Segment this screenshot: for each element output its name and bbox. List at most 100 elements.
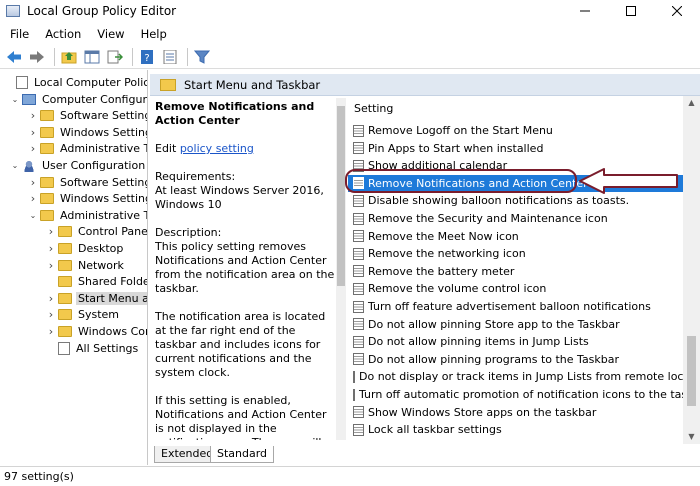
up-folder-button[interactable]: [59, 47, 79, 67]
chevron-right-icon[interactable]: ›: [46, 242, 56, 255]
setting-row[interactable]: Do not display or track items in Jump Li…: [348, 368, 683, 385]
chevron-right-icon[interactable]: ›: [46, 325, 56, 338]
chevron-right-icon[interactable]: ›: [28, 126, 38, 139]
menu-view[interactable]: View: [91, 27, 130, 41]
tree-item[interactable]: › Windows Con: [46, 323, 147, 340]
setting-label: Do not allow pinning Store app to the Ta…: [368, 317, 620, 331]
setting-label: Disable showing balloon notifications as…: [368, 194, 630, 208]
tree-item[interactable]: › Administrative Te: [28, 140, 147, 157]
menu-help[interactable]: Help: [135, 27, 173, 41]
export-list-icon: [107, 50, 123, 63]
setting-row[interactable]: Do not allow pinning programs to the Tas…: [348, 351, 683, 368]
policy-setting-icon: [353, 194, 364, 207]
setting-row[interactable]: Do not allow pinning items in Jump Lists: [348, 333, 683, 350]
setting-row[interactable]: Turn off automatic promotion of notifica…: [348, 386, 683, 403]
chevron-right-icon[interactable]: ›: [28, 142, 38, 155]
setting-row[interactable]: Remove the Security and Maintenance icon: [348, 210, 683, 227]
chevron-right-icon[interactable]: ›: [28, 192, 38, 205]
window-title: Local Group Policy Editor: [27, 4, 177, 18]
chevron-right-icon[interactable]: ›: [46, 308, 56, 321]
toolbar-separator: [187, 47, 188, 66]
tree-item-label: Software Settings: [60, 109, 148, 123]
setting-row[interactable]: Lock all taskbar settings: [348, 421, 683, 438]
tree-item[interactable]: › Control Panel: [46, 223, 147, 240]
setting-row[interactable]: Turn off feature advertisement balloon n…: [348, 298, 683, 315]
tree-item[interactable]: › Software Settings: [28, 174, 147, 191]
policy-setting-icon: [353, 230, 364, 243]
tree-item[interactable]: All Settings: [46, 340, 140, 357]
minimize-button[interactable]: [562, 0, 608, 22]
chevron-right-icon[interactable]: ›: [46, 259, 56, 272]
description-text-1: This policy setting removes Notification…: [155, 240, 335, 295]
tree-item[interactable]: › Windows Settings: [28, 124, 148, 141]
tree-item[interactable]: ⌄ Computer Configurat: [10, 91, 148, 108]
scrollbar-thumb[interactable]: [687, 336, 696, 406]
tree-item[interactable]: › Software Settings: [28, 107, 148, 124]
show-hide-tree-button[interactable]: [82, 47, 102, 67]
chevron-right-icon[interactable]: ›: [28, 176, 38, 189]
properties-button[interactable]: [160, 47, 180, 67]
title-bar: Local Group Policy Editor: [0, 0, 700, 22]
menu-file[interactable]: File: [4, 27, 35, 41]
scroll-up-icon[interactable]: ▲: [683, 96, 700, 110]
policy-setting-icon: [353, 318, 364, 331]
chevron-down-icon[interactable]: ⌄: [10, 95, 20, 104]
tab-standard[interactable]: Standard: [210, 446, 275, 463]
folder-icon: [40, 193, 54, 205]
policy-setting-icon: [353, 265, 364, 278]
setting-label: Show Windows Store apps on the taskbar: [368, 405, 597, 419]
tree-item-label: Computer Configurat: [42, 92, 148, 106]
tree-item[interactable]: › Network: [46, 257, 126, 274]
setting-row[interactable]: Remove the networking icon: [348, 245, 683, 262]
tree-item[interactable]: › Start Menu ar: [46, 290, 147, 307]
user-icon: [22, 159, 36, 172]
setting-row[interactable]: Remove the volume control icon: [348, 280, 683, 297]
description-scrollbar[interactable]: [336, 98, 346, 440]
forward-button[interactable]: [27, 47, 47, 67]
policy-setting-icon: [353, 247, 364, 260]
export-list-button[interactable]: [105, 47, 125, 67]
chevron-right-icon[interactable]: ›: [46, 225, 56, 238]
highlight-oval: [345, 169, 577, 193]
setting-row[interactable]: Remove the Meet Now icon: [348, 228, 683, 245]
setting-row[interactable]: Show Windows Store apps on the taskbar: [348, 404, 683, 421]
tree-item[interactable]: Local Computer Policy: [4, 74, 147, 91]
chevron-right-icon[interactable]: ›: [46, 292, 56, 305]
tree-item[interactable]: › Desktop: [46, 240, 125, 257]
menu-action[interactable]: Action: [39, 27, 87, 41]
scrollbar-thumb[interactable]: [337, 106, 345, 286]
tree-item[interactable]: ⌄ User Configuration: [10, 157, 147, 174]
scroll-down-icon[interactable]: ▼: [683, 430, 700, 444]
setting-row[interactable]: Remove the battery meter: [348, 263, 683, 280]
description-text-3: If this setting is enabled, Notification…: [155, 394, 327, 440]
filter-icon: [194, 50, 210, 64]
policy-setting-link[interactable]: policy setting: [180, 142, 254, 155]
setting-row[interactable]: Pin Apps to Start when installed: [348, 140, 683, 157]
settings-scrollbar[interactable]: ▲ ▼: [683, 96, 700, 444]
all-settings-icon: [58, 341, 70, 355]
policy-setting-icon: [353, 212, 364, 225]
maximize-button[interactable]: [608, 0, 654, 22]
toolbar: ?: [0, 45, 700, 69]
tree-item[interactable]: › Windows Settings: [28, 190, 147, 207]
setting-label: Remove the volume control icon: [368, 282, 547, 296]
tree-item[interactable]: ⌄ Administrative Te: [28, 207, 147, 224]
folder-icon: [40, 209, 54, 221]
close-button[interactable]: [654, 0, 700, 22]
chevron-right-icon[interactable]: ›: [28, 109, 38, 122]
filter-button[interactable]: [192, 47, 212, 67]
tree-item-label: Windows Settings: [60, 125, 148, 139]
setting-row[interactable]: Do not allow pinning Store app to the Ta…: [348, 316, 683, 333]
setting-row[interactable]: Remove Logoff on the Start Menu: [348, 122, 683, 139]
help-button[interactable]: ?: [137, 47, 157, 67]
chevron-down-icon[interactable]: ⌄: [10, 161, 20, 170]
requirements: Requirements: At least Windows Server 20…: [155, 170, 335, 212]
chevron-down-icon[interactable]: ⌄: [28, 211, 38, 220]
up-folder-icon: [61, 51, 77, 63]
navigation-tree[interactable]: Local Computer Policy ⌄ Computer Configura…: [0, 70, 148, 465]
folder-icon: [40, 176, 54, 188]
back-button[interactable]: [4, 47, 24, 67]
tree-item[interactable]: › System: [46, 306, 121, 323]
setting-column-header[interactable]: Setting: [354, 102, 393, 115]
tree-item[interactable]: Shared Folder: [46, 273, 147, 290]
